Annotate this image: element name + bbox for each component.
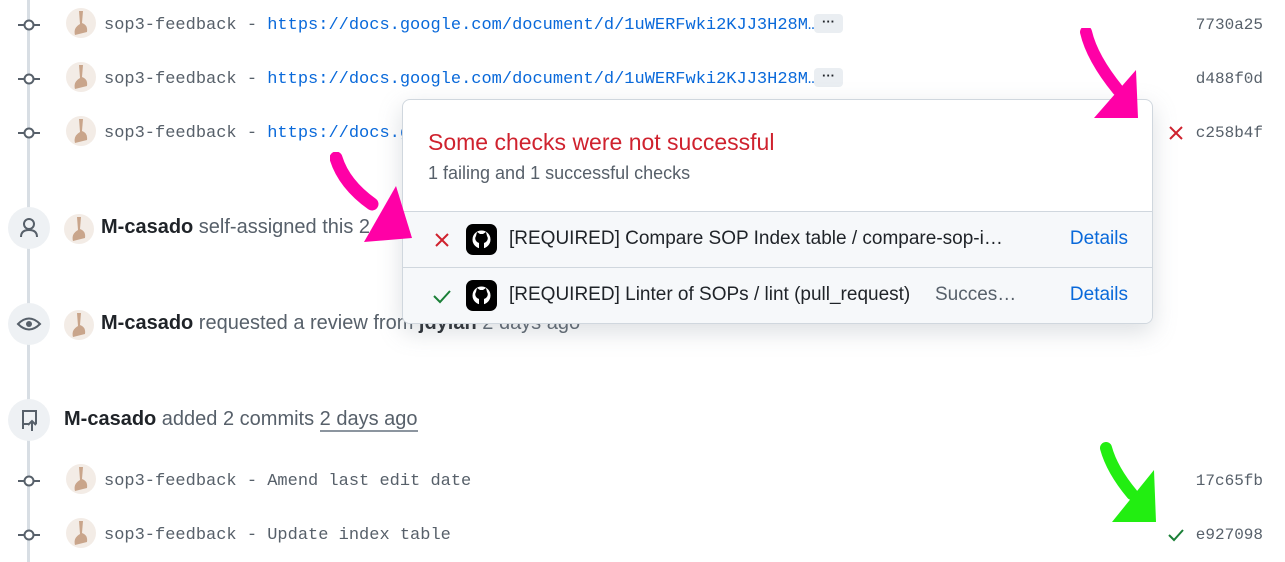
- commits-event-text: M-casado added 2 commits 2 days ago: [64, 408, 418, 432]
- commit-link[interactable]: https://docs.google.com/document/d/1uWER…: [267, 16, 818, 35]
- commit-sha[interactable]: c258b4f: [1196, 124, 1263, 142]
- commit-message[interactable]: sop3-feedback - Amend last edit date: [104, 472, 471, 491]
- fail-x-icon[interactable]: [1168, 125, 1184, 141]
- commit-node-icon: [18, 73, 40, 85]
- commit-title: sop3-feedback -: [104, 70, 268, 89]
- avatar[interactable]: [64, 310, 94, 340]
- commit-title: sop3-feedback -: [104, 124, 268, 143]
- commit-node-icon: [18, 475, 40, 487]
- commit-node-icon: [18, 127, 40, 139]
- commit-sha[interactable]: 17c65fb: [1196, 472, 1263, 490]
- event-user[interactable]: M-casado: [101, 312, 193, 334]
- repo-push-icon-badge: [8, 399, 50, 441]
- fail-x-icon: [435, 233, 449, 247]
- event-description: added 2 commits: [156, 408, 320, 430]
- avatar[interactable]: [66, 464, 96, 494]
- success-check-icon[interactable]: [1168, 527, 1184, 543]
- avatar[interactable]: [66, 116, 96, 146]
- event-user[interactable]: M-casado: [64, 408, 156, 430]
- commit-message[interactable]: sop3-feedback - Update index table: [104, 526, 451, 545]
- expand-message-button[interactable]: ···: [814, 68, 843, 87]
- details-link[interactable]: Details: [1070, 228, 1128, 250]
- commit-row: sop3-feedback - Update index table e9270…: [0, 515, 1285, 555]
- avatar[interactable]: [66, 518, 96, 548]
- details-link[interactable]: Details: [1070, 284, 1128, 306]
- event-user[interactable]: M-casado: [101, 216, 193, 238]
- avatar[interactable]: [66, 8, 96, 38]
- person-icon-badge: [8, 207, 50, 249]
- check-name: [REQUIRED] Compare SOP Index table / com…: [509, 228, 1003, 249]
- commit-message: sop3-feedback - https://docs.g: [104, 124, 410, 143]
- check-row-success[interactable]: [REQUIRED] Linter of SOPs / lint (pull_r…: [403, 267, 1152, 323]
- event-time[interactable]: 2 days ago: [319, 408, 418, 432]
- commit-sha[interactable]: e927098: [1196, 526, 1263, 544]
- avatar[interactable]: [66, 62, 96, 92]
- commit-row: sop3-feedback - Amend last edit date 17c…: [0, 461, 1285, 501]
- expand-message-button[interactable]: ···: [814, 14, 843, 33]
- annotation-arrow-magenta: [330, 152, 412, 242]
- commit-node-icon: [18, 529, 40, 541]
- check-name: [REQUIRED] Linter of SOPs / lint (pull_r…: [509, 284, 911, 305]
- commit-link[interactable]: https://docs.g: [267, 124, 410, 143]
- commit-message: sop3-feedback - https://docs.google.com/…: [104, 16, 818, 35]
- commit-sha[interactable]: 7730a25: [1196, 16, 1263, 34]
- commit-message: sop3-feedback - https://docs.google.com/…: [104, 70, 818, 89]
- commit-sha[interactable]: d488f0d: [1196, 70, 1263, 88]
- commit-link[interactable]: https://docs.google.com/document/d/1uWER…: [267, 70, 818, 89]
- github-icon: [466, 280, 497, 311]
- eye-icon: [16, 317, 42, 331]
- checks-popover: Some checks were not successful 1 failin…: [402, 99, 1153, 324]
- eye-icon-badge: [8, 303, 50, 345]
- popover-title: Some checks were not successful: [428, 129, 775, 155]
- person-icon: [20, 218, 38, 238]
- commit-node-icon: [18, 19, 40, 31]
- commit-title: sop3-feedback -: [104, 16, 268, 35]
- github-icon: [466, 224, 497, 255]
- event-description: requested a review from: [193, 312, 419, 334]
- annotation-arrow-green: [1100, 442, 1156, 522]
- check-row-failing[interactable]: [REQUIRED] Compare SOP Index table / com…: [403, 211, 1152, 267]
- check-state: Succes…: [935, 284, 1017, 305]
- repo-push-icon: [22, 410, 37, 431]
- popover-subtitle: 1 failing and 1 successful checks: [428, 163, 691, 183]
- avatar[interactable]: [64, 214, 94, 244]
- success-check-icon: [433, 290, 451, 304]
- annotation-arrow-magenta: [1080, 28, 1138, 118]
